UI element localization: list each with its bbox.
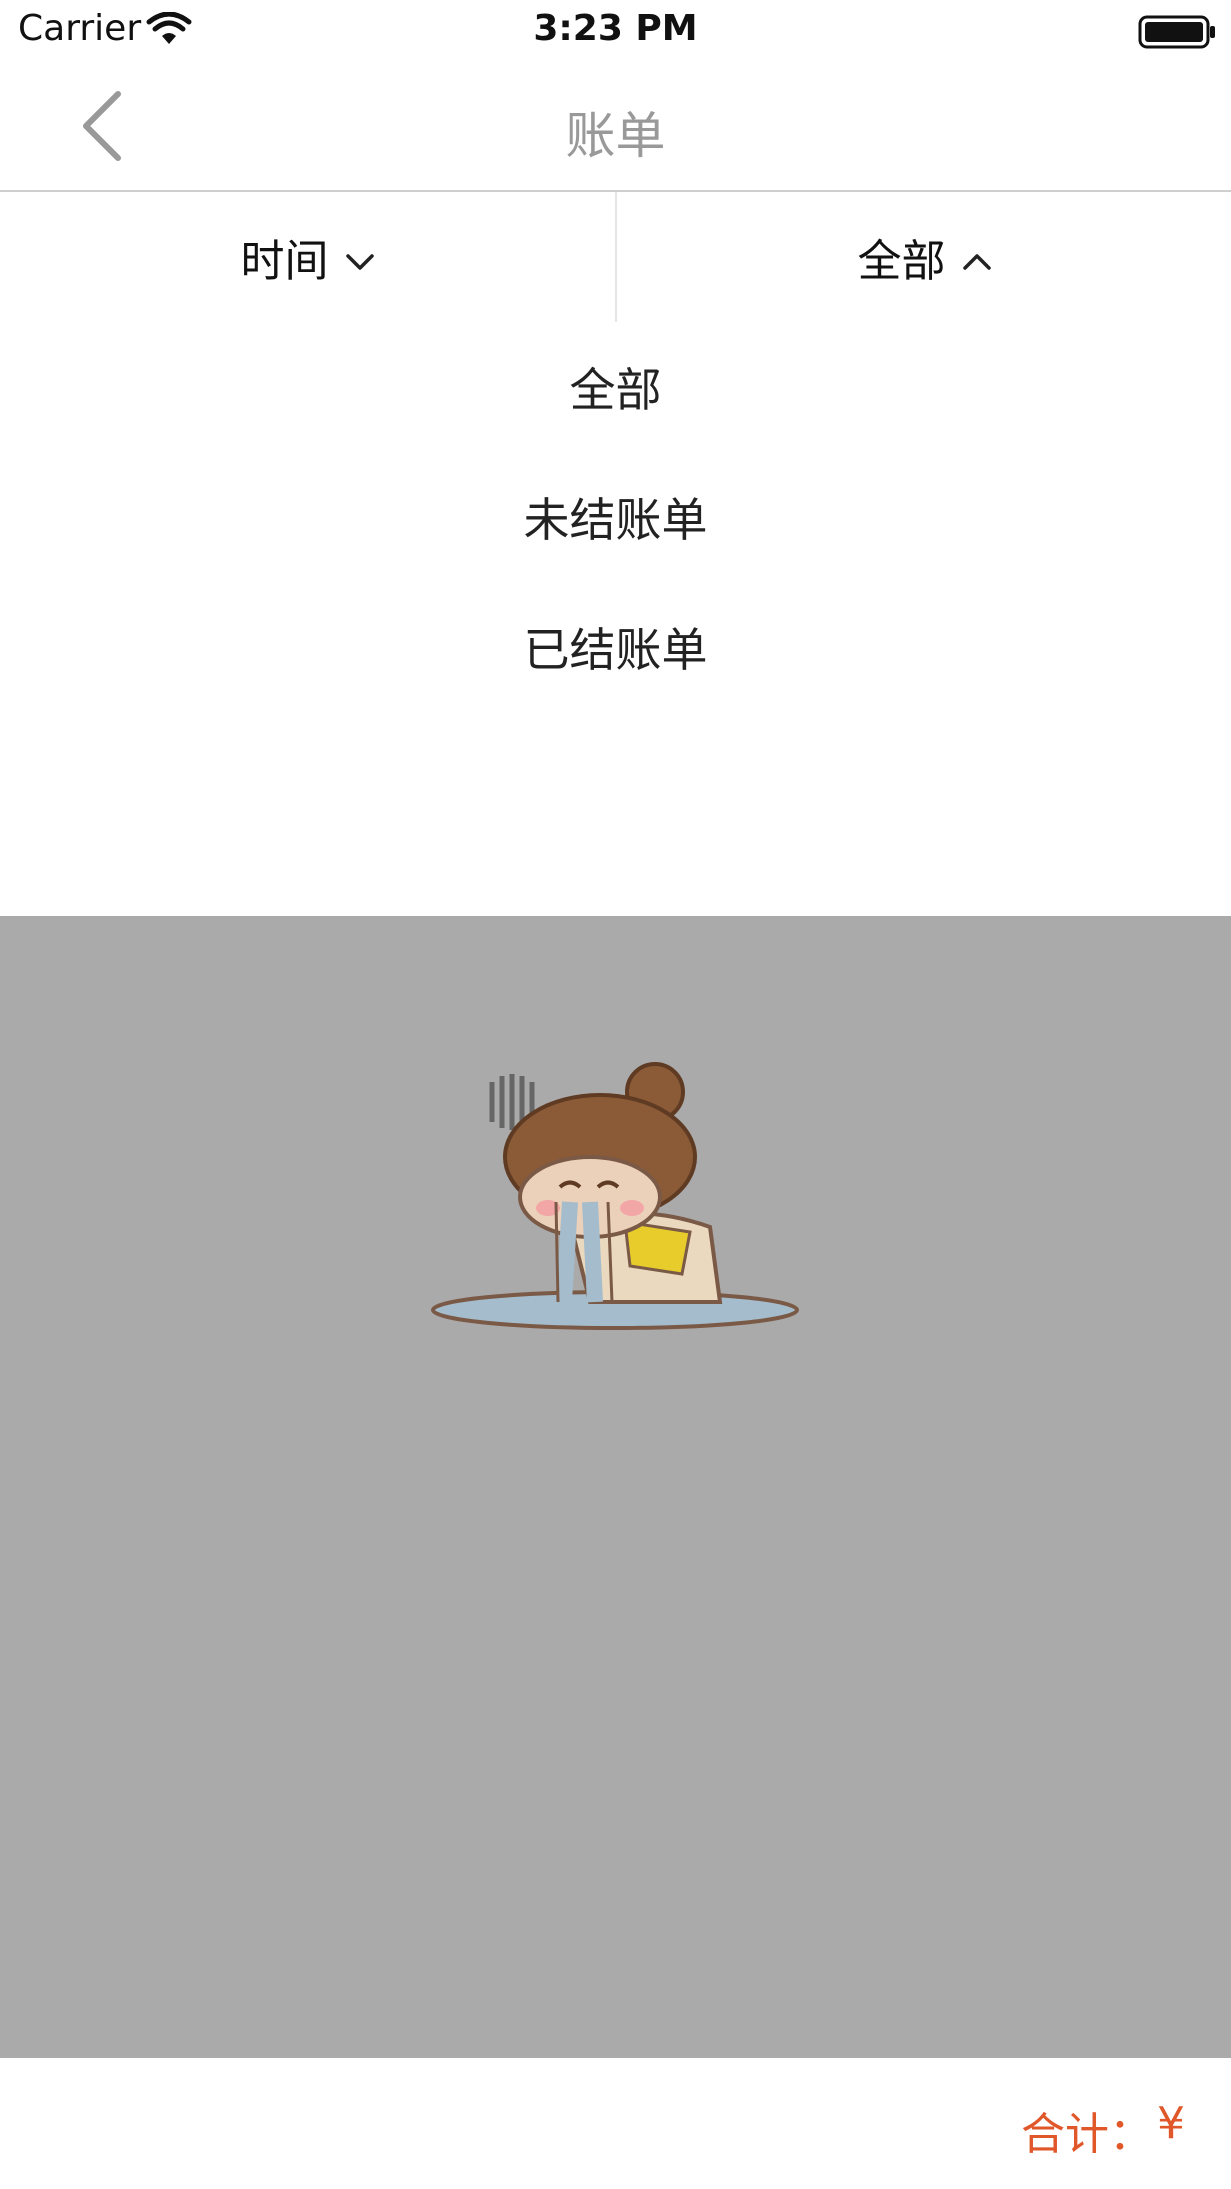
navigation-bar: 账单	[0, 62, 1231, 192]
status-bar: Carrier 3:23 PM	[0, 0, 1231, 62]
chevron-up-icon	[962, 232, 992, 283]
dropdown-option-settled[interactable]: 已结账单	[0, 582, 1231, 712]
time-filter-button[interactable]: 时间	[0, 192, 615, 322]
total-amount: 合计： ¥	[1021, 2098, 1185, 2162]
footer-bar: 合计： ¥	[0, 2058, 1231, 2189]
dim-overlay[interactable]	[0, 916, 1231, 2058]
status-filter-button[interactable]: 全部	[617, 192, 1231, 322]
total-label: 合计：	[1021, 2109, 1153, 2160]
status-filter-label: 全部	[857, 236, 946, 287]
status-dropdown-menu: 全部 未结账单 已结账单	[0, 322, 1231, 916]
chevron-down-icon	[345, 232, 375, 283]
filter-bar: 时间 全部	[0, 192, 1231, 322]
battery-icon	[1138, 14, 1218, 54]
crying-girl-illustration	[420, 1052, 810, 1352]
dropdown-option-unsettled[interactable]: 未结账单	[0, 452, 1231, 582]
dropdown-option-all[interactable]: 全部	[0, 322, 1231, 452]
currency-symbol: ¥	[1157, 2098, 1185, 2149]
time-filter-label: 时间	[240, 236, 329, 287]
clock: 3:23 PM	[533, 8, 698, 49]
page-title: 账单	[565, 107, 666, 165]
